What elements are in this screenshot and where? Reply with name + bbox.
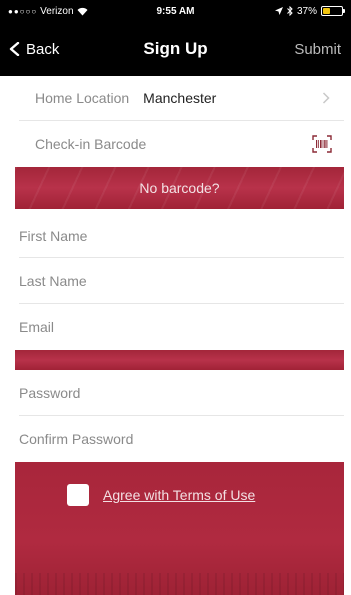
terms-agreement: Agree with Terms of Use: [67, 484, 255, 506]
home-location-label: Home Location: [35, 90, 130, 106]
terms-checkbox[interactable]: [67, 484, 89, 506]
first-name-field[interactable]: [19, 214, 344, 257]
no-barcode-button[interactable]: No barcode?: [15, 167, 344, 209]
chevron-right-icon: [322, 92, 330, 104]
location-arrow-icon: [274, 7, 283, 15]
no-barcode-label: No barcode?: [139, 180, 220, 196]
password-field[interactable]: [19, 370, 344, 415]
back-button[interactable]: Back: [8, 41, 59, 58]
navigation-bar: Back Sign Up Submit: [0, 22, 351, 76]
status-indicators: 37%: [274, 5, 345, 17]
last-name-row: [19, 258, 344, 304]
back-button-label: Back: [26, 40, 60, 58]
submit-button[interactable]: Submit: [294, 41, 341, 58]
signal-strength-icon: ●●○○○: [8, 6, 38, 16]
home-location-row[interactable]: Home Location Manchester: [19, 76, 344, 121]
battery-percent: 37%: [296, 5, 317, 17]
terms-panel: Agree with Terms of Use: [15, 462, 344, 595]
password-row: [19, 370, 344, 416]
section-divider: [15, 350, 344, 370]
carrier-name: Verizon: [40, 5, 74, 17]
bluetooth-icon: [287, 6, 293, 16]
battery-level-fill: [323, 8, 330, 14]
email-row: [19, 304, 344, 350]
carrier-info: ●●○○○ Verizon: [8, 6, 88, 17]
home-location-value: Manchester: [143, 90, 217, 106]
email-field[interactable]: [19, 304, 344, 350]
sign-up-screen: ●●○○○ Verizon 9:55 AM 37% Back Sign Up S…: [0, 0, 351, 595]
first-name-row: [19, 214, 344, 258]
chevron-left-icon: [9, 42, 20, 56]
last-name-field[interactable]: [19, 258, 344, 303]
confirm-password-field[interactable]: [19, 416, 344, 462]
checkin-barcode-row[interactable]: Check-in Barcode: [19, 121, 344, 167]
left-gutter: [0, 76, 15, 595]
confirm-password-row: [19, 416, 344, 462]
status-bar: ●●○○○ Verizon 9:55 AM 37%: [0, 0, 351, 22]
battery-icon: [321, 6, 345, 16]
terms-of-use-link[interactable]: Agree with Terms of Use: [103, 487, 255, 503]
checkin-barcode-label: Check-in Barcode: [35, 136, 147, 152]
wifi-icon: [77, 7, 88, 15]
barcode-scan-icon[interactable]: [312, 135, 332, 153]
